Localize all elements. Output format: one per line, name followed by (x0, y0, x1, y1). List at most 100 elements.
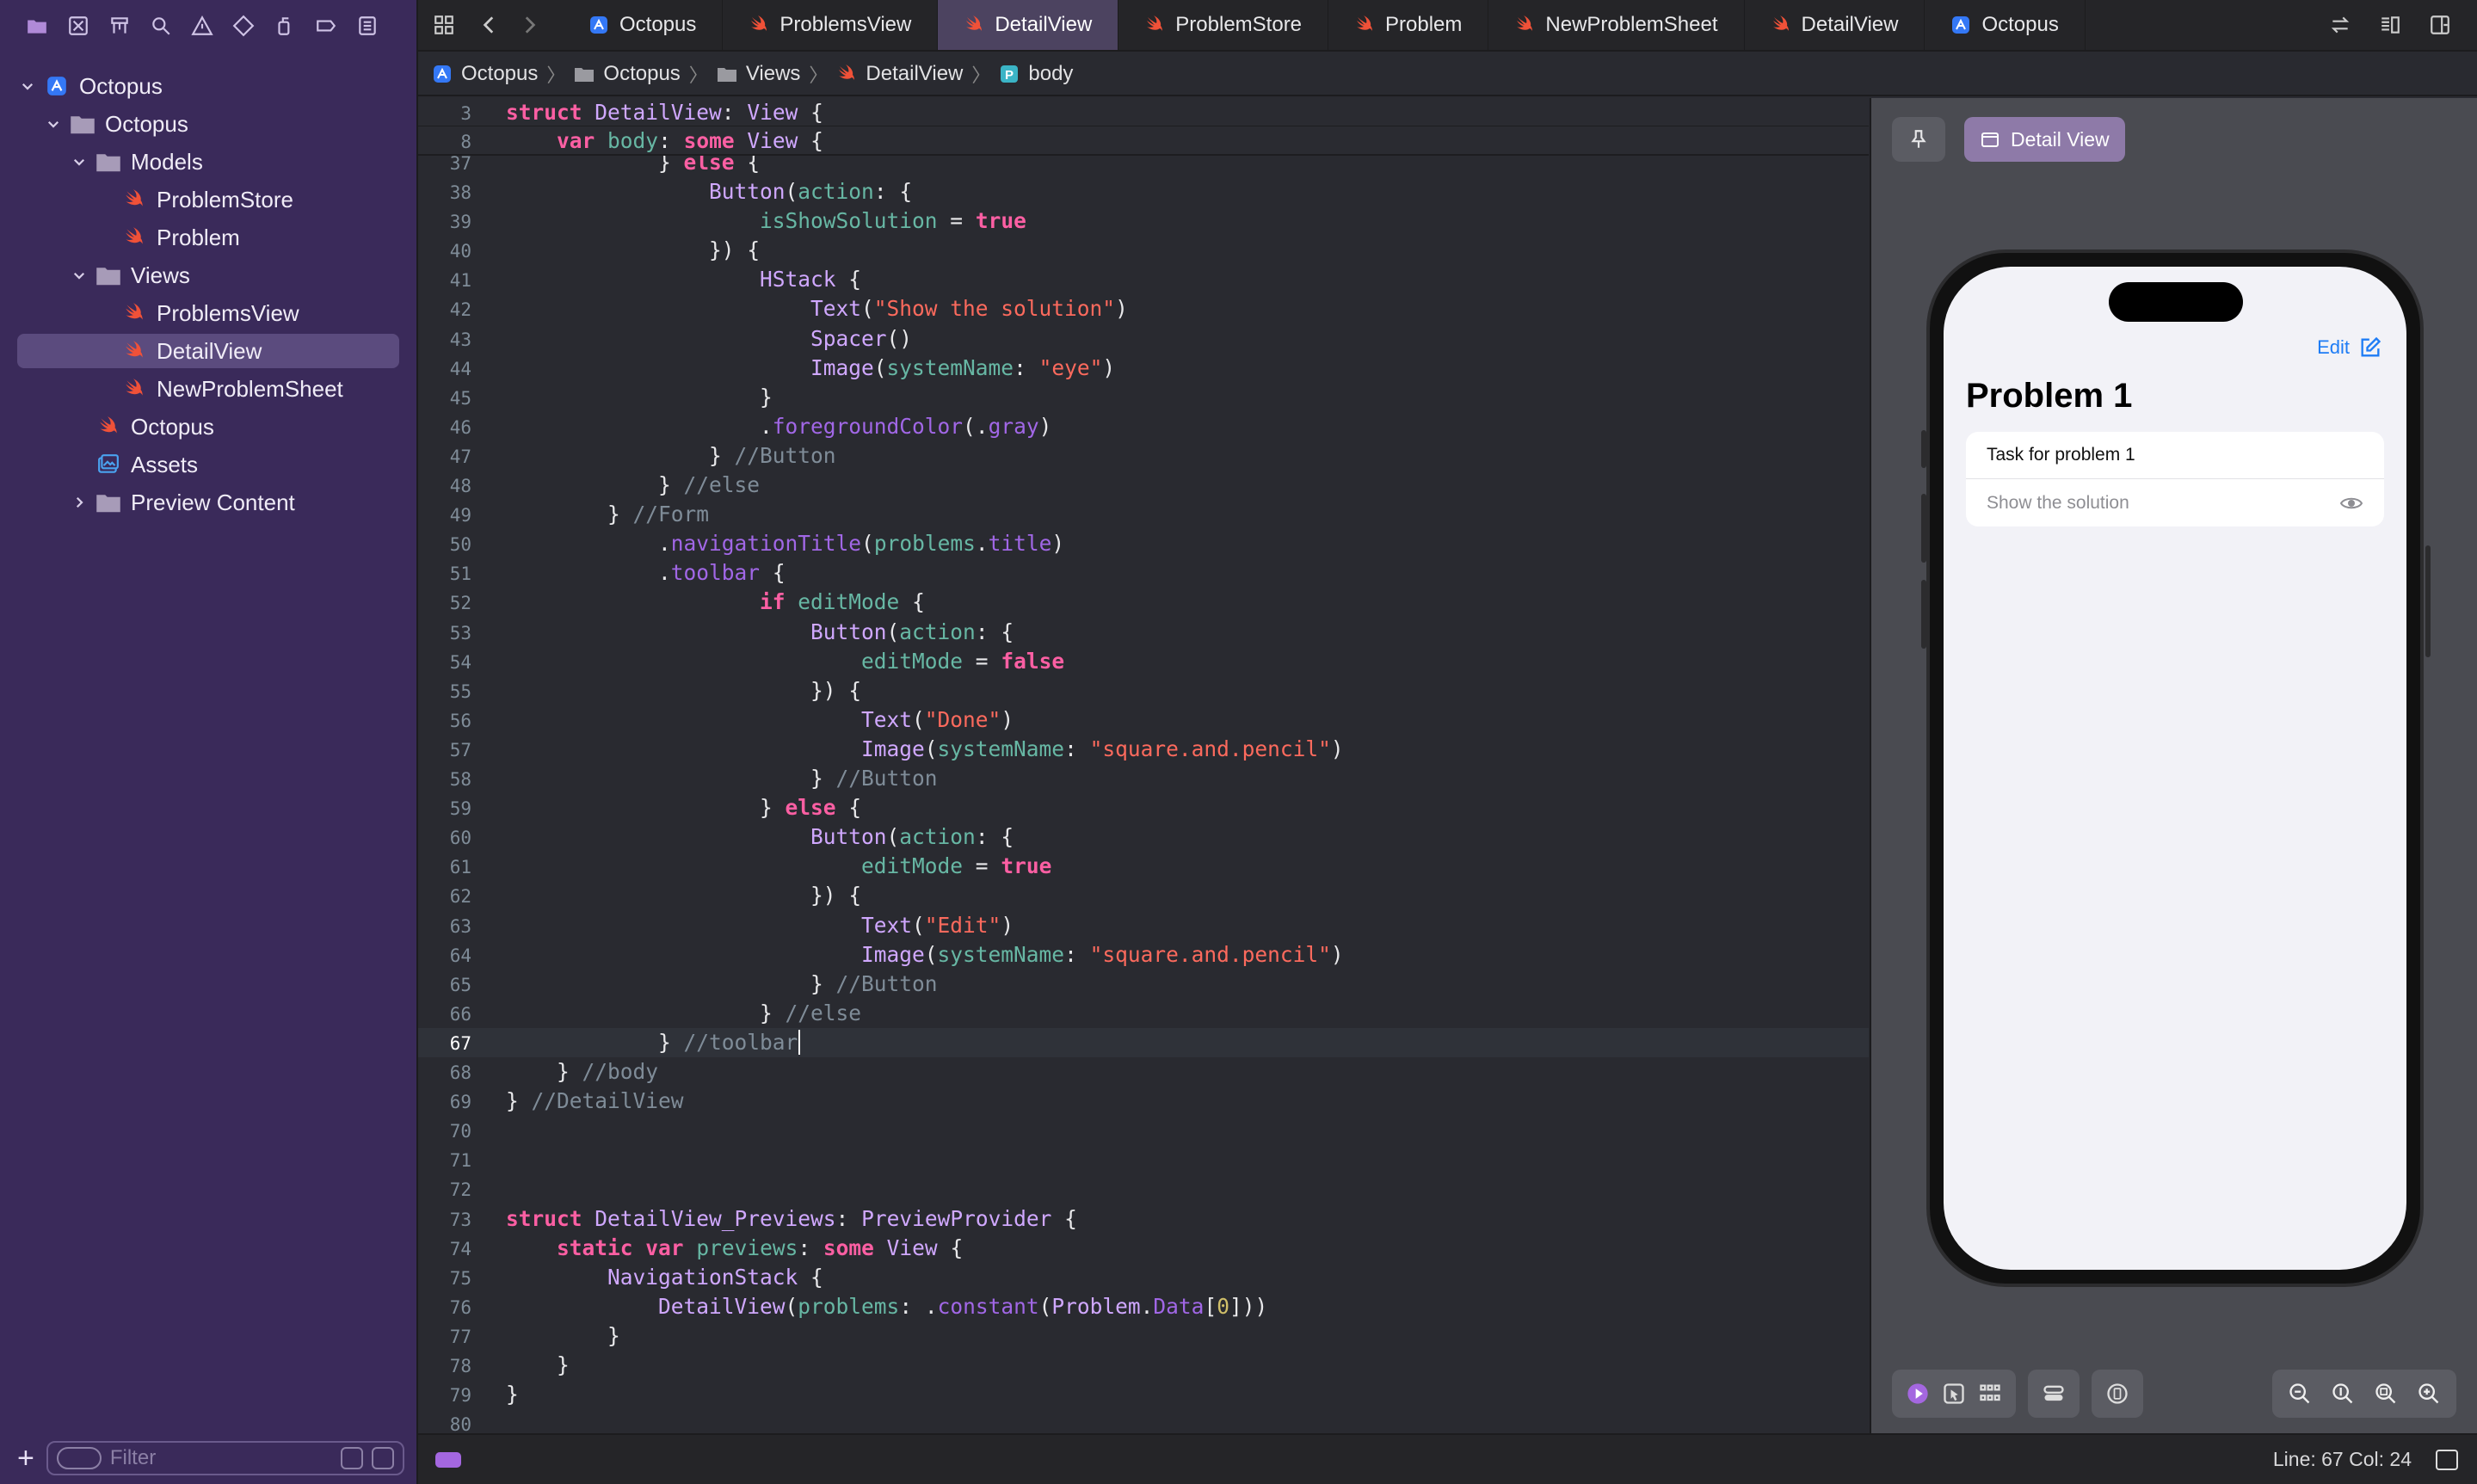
code-line[interactable]: 68 } //body (418, 1057, 1869, 1087)
back-icon[interactable] (470, 0, 509, 51)
code-line[interactable]: 44 Image(systemName: "eye") (418, 354, 1869, 383)
warning-icon[interactable] (189, 13, 215, 39)
filter-field[interactable]: Filter (46, 1441, 404, 1475)
chevron-down-icon[interactable] (69, 151, 89, 172)
chevron-down-icon[interactable] (69, 265, 89, 286)
add-filter-icon[interactable] (371, 1447, 394, 1469)
code-line[interactable]: 78 } (418, 1351, 1869, 1380)
tree-item-octopus-folder[interactable]: Octopus (0, 105, 416, 143)
code-line[interactable]: 42 Text("Show the solution") (418, 294, 1869, 323)
swap-arrows-icon[interactable] (2320, 0, 2360, 51)
code-line[interactable]: 40 }) { (418, 236, 1869, 265)
code-line[interactable]: 67 } //toolbar​ (418, 1027, 1869, 1057)
forward-icon[interactable] (509, 0, 549, 51)
code-line[interactable]: 72 (418, 1174, 1869, 1204)
chevron-right-icon[interactable] (69, 492, 89, 513)
code-line[interactable]: 50 .navigationTitle(problems.title) (418, 529, 1869, 558)
tab-octopus-project[interactable]: Octopus (563, 0, 724, 50)
source-editor[interactable]: 37 } else {38 Button(action: {39 isShowS… (418, 98, 1869, 1433)
tree-item-problemstore[interactable]: ProblemStore (0, 181, 416, 219)
breakpoint-icon[interactable] (313, 13, 339, 39)
code-line[interactable]: 58 } //Button (418, 764, 1869, 793)
code-line[interactable]: 74 static var previews: some View { (418, 1234, 1869, 1263)
zoom-in-icon[interactable] (2417, 1382, 2441, 1406)
edit-toolbar-button[interactable]: Edit (2317, 336, 2382, 360)
code-line[interactable]: 3 struct DetailView: View { (418, 98, 1869, 127)
code-line[interactable]: 53 Button(action: { (418, 618, 1869, 647)
tab-newproblemsheet[interactable]: NewProblemSheet (1488, 0, 1745, 50)
code-line[interactable]: 57 Image(systemName: "square.and.pencil"… (418, 735, 1869, 764)
code-line[interactable]: 51 .toolbar { (418, 558, 1869, 588)
preview-device-button[interactable] (2092, 1370, 2143, 1418)
report-icon[interactable] (354, 13, 380, 39)
tree-item-octopus-project[interactable]: Octopus (0, 67, 416, 105)
code-line[interactable]: 73 struct DetailView_Previews: PreviewPro… (418, 1204, 1869, 1234)
tree-item-detailview[interactable]: DetailView (0, 332, 416, 370)
add-icon[interactable]: + (17, 1442, 34, 1475)
code-line[interactable]: 48 } //else (418, 471, 1869, 500)
tab-problem[interactable]: Problem (1328, 0, 1489, 50)
tab-octopus-project-2[interactable]: Octopus (1925, 0, 2086, 50)
code-line[interactable]: 61 editMode = true (418, 852, 1869, 881)
code-line[interactable]: 56 Text("Done") (418, 705, 1869, 735)
code-line[interactable]: 77 } (418, 1321, 1869, 1351)
selectable-cursor-icon[interactable] (1942, 1382, 1966, 1406)
search-icon[interactable] (148, 13, 174, 39)
add-editor-icon[interactable] (2420, 0, 2460, 51)
debug-area-toggle-icon[interactable] (435, 1451, 461, 1468)
live-play-icon[interactable] (1906, 1382, 1930, 1406)
test-diamond-icon[interactable] (231, 13, 256, 39)
code-line[interactable]: 46 .foregroundColor(.gray) (418, 412, 1869, 441)
hierarchy-icon[interactable] (107, 13, 132, 39)
tree-item-preview-content[interactable]: Preview Content (0, 483, 416, 521)
zoom-out-icon[interactable] (2288, 1382, 2312, 1406)
preview-selector-button[interactable]: Detail View (1964, 117, 2125, 162)
code-line[interactable]: 71 (418, 1145, 1869, 1174)
tab-detailview-active[interactable]: DetailView (938, 0, 1119, 50)
code-line[interactable]: 8 var body: some View { (418, 126, 1869, 156)
zoom-to-fit-icon[interactable] (2374, 1382, 2398, 1406)
tree-item-views[interactable]: Views (0, 256, 416, 294)
tab-detailview[interactable]: DetailView (1745, 0, 1926, 50)
editor-options-icon[interactable] (2370, 0, 2410, 51)
code-line[interactable]: 64 Image(systemName: "square.and.pencil"… (418, 940, 1869, 970)
code-line[interactable]: 45 } (418, 383, 1869, 412)
code-line[interactable]: 60 Button(action: { (418, 822, 1869, 852)
code-line[interactable]: 75 NavigationStack { (418, 1263, 1869, 1292)
filter-options-icon[interactable] (56, 1447, 102, 1469)
code-line[interactable]: 63 Text("Edit") (418, 911, 1869, 940)
chevron-down-icon[interactable] (43, 114, 64, 134)
variants-grid-icon[interactable] (1978, 1382, 2002, 1406)
breadcrumb-item-symbol[interactable]: Pbody (999, 62, 1073, 86)
code-line[interactable]: 59 } else { (418, 793, 1869, 822)
tree-item-octopus-app[interactable]: Octopus (0, 408, 416, 446)
code-line[interactable]: 79} (418, 1380, 1869, 1409)
code-line[interactable]: 80 (418, 1409, 1869, 1433)
code-line[interactable]: 65 } //Button (418, 970, 1869, 999)
debug-spray-icon[interactable] (272, 13, 298, 39)
code-line[interactable]: 76 DetailView(problems: .constant(Proble… (418, 1292, 1869, 1321)
code-line[interactable]: 55 }) { (418, 676, 1869, 705)
tree-item-models[interactable]: Models (0, 143, 416, 181)
code-line[interactable]: 66 } //else (418, 999, 1869, 1028)
code-line[interactable]: 43 Spacer() (418, 324, 1869, 354)
code-line[interactable]: 38 Button(action: { (418, 177, 1869, 206)
code-line[interactable]: 49 } //Form (418, 500, 1869, 529)
tab-problemsview[interactable]: ProblemsView (723, 0, 939, 50)
recent-files-icon[interactable] (340, 1447, 363, 1469)
code-line[interactable]: 54 editMode = false (418, 647, 1869, 676)
breadcrumb-item-file[interactable]: DetailView (836, 62, 963, 86)
device-settings-button[interactable] (2028, 1370, 2080, 1418)
tab-problemstore[interactable]: ProblemStore (1118, 0, 1329, 50)
breadcrumb-item-views[interactable]: Views (717, 62, 800, 86)
tree-item-newproblemsheet[interactable]: NewProblemSheet (0, 370, 416, 408)
code-line[interactable]: 41 HStack { (418, 265, 1869, 294)
toggle-panel-icon[interactable] (2436, 1449, 2458, 1470)
tree-item-problemsview[interactable]: ProblemsView (0, 294, 416, 332)
code-line[interactable]: 62 }) { (418, 881, 1869, 910)
code-line[interactable]: 52 if editMode { (418, 588, 1869, 617)
source-control-icon[interactable] (65, 13, 91, 39)
tree-item-problem[interactable]: Problem (0, 219, 416, 256)
code-line[interactable]: 47 } //Button (418, 441, 1869, 471)
code-line[interactable]: 69} //DetailView (418, 1087, 1869, 1116)
